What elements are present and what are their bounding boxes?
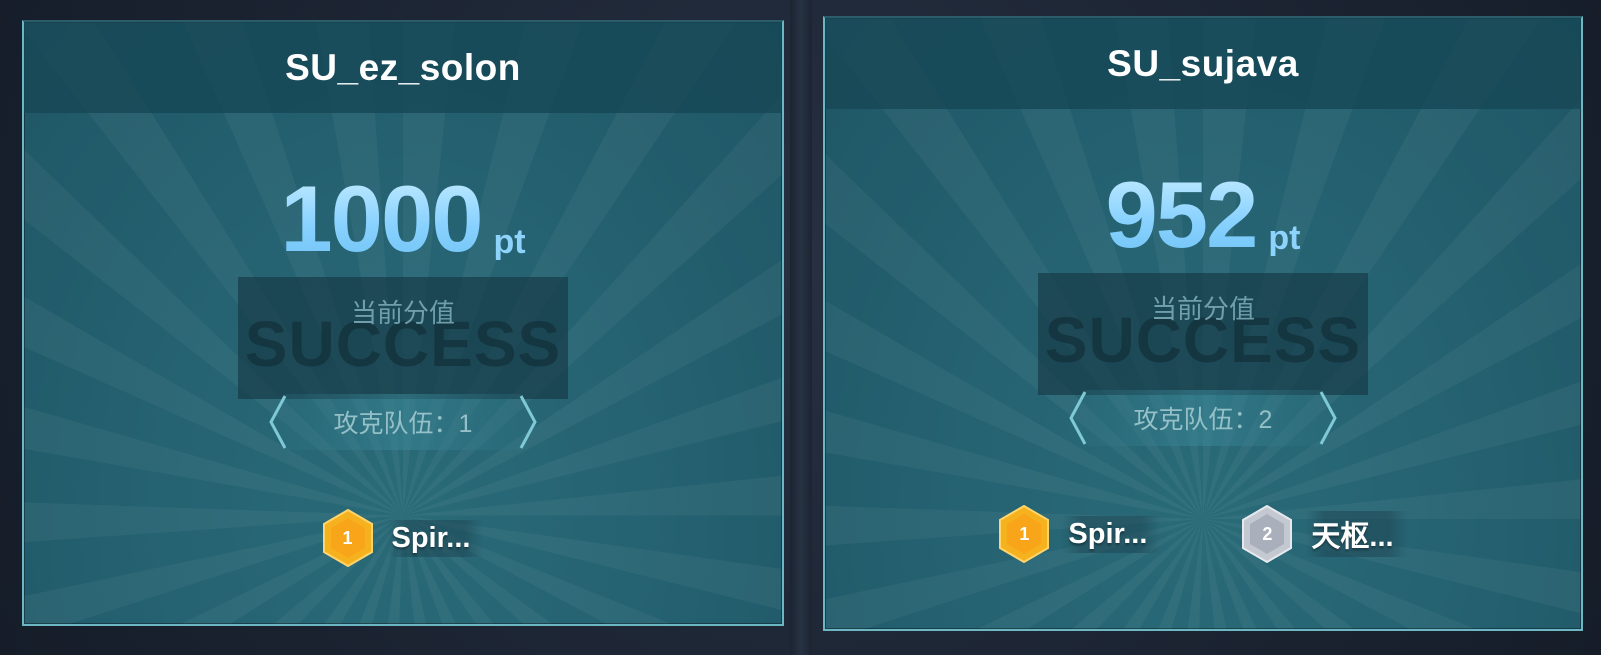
solver-list: 1 Spir... 2 天枢... bbox=[825, 504, 1581, 564]
solved-status-panel: SUCCESS 当前分值 bbox=[1038, 273, 1368, 395]
score-unit: pt bbox=[493, 223, 526, 261]
challenge-title: SU_ez_solon bbox=[285, 46, 521, 88]
score-display: 952 pt bbox=[825, 168, 1581, 262]
solver-rank: 1 bbox=[342, 527, 353, 548]
card-divider bbox=[790, 0, 812, 655]
challenge-board: SU_ez_solon SUCCESS 当前分值 1000 pt 攻克队伍：1 … bbox=[0, 0, 1601, 655]
challenge-card[interactable]: SU_sujava SUCCESS 当前分值 952 pt 攻克队伍：2 1 S… bbox=[823, 16, 1583, 631]
solver-rank: 1 bbox=[1019, 523, 1030, 544]
solver-name: Spir... bbox=[391, 521, 471, 554]
solver-name: 天枢... bbox=[1311, 521, 1394, 553]
team-count-text: 攻克队伍：2 bbox=[1133, 406, 1273, 434]
challenge-card[interactable]: SU_ez_solon SUCCESS 当前分值 1000 pt 攻克队伍：1 … bbox=[22, 20, 784, 626]
gold-medal-icon: 1 bbox=[322, 509, 374, 567]
solver-rank: 2 bbox=[1262, 523, 1273, 544]
team-count-text: 攻克队伍：1 bbox=[333, 410, 473, 438]
solver-item[interactable]: 1 Spir... bbox=[322, 509, 485, 567]
score-value: 952 bbox=[1105, 162, 1259, 267]
solved-team-count: 攻克队伍：2 bbox=[1063, 388, 1343, 448]
card-header: SU_sujava bbox=[825, 18, 1581, 109]
silver-medal-icon: 2 bbox=[1241, 505, 1293, 563]
challenge-title: SU_sujava bbox=[1107, 42, 1299, 84]
card-header: SU_ez_solon bbox=[24, 22, 782, 113]
solver-item[interactable]: 2 天枢... bbox=[1241, 505, 1408, 563]
solver-list: 1 Spir... bbox=[24, 508, 782, 568]
score-label: 当前分值 bbox=[350, 298, 455, 328]
solved-status-panel: SUCCESS 当前分值 bbox=[238, 277, 568, 399]
solver-name: Spir... bbox=[1068, 517, 1148, 550]
gold-medal-icon: 1 bbox=[998, 505, 1050, 563]
score-unit: pt bbox=[1268, 219, 1301, 257]
score-display: 1000 pt bbox=[24, 172, 782, 266]
solved-team-count: 攻克队伍：1 bbox=[263, 392, 543, 452]
score-value: 1000 bbox=[280, 166, 483, 271]
score-label: 当前分值 bbox=[1150, 294, 1255, 324]
solver-item[interactable]: 1 Spir... bbox=[998, 505, 1162, 563]
